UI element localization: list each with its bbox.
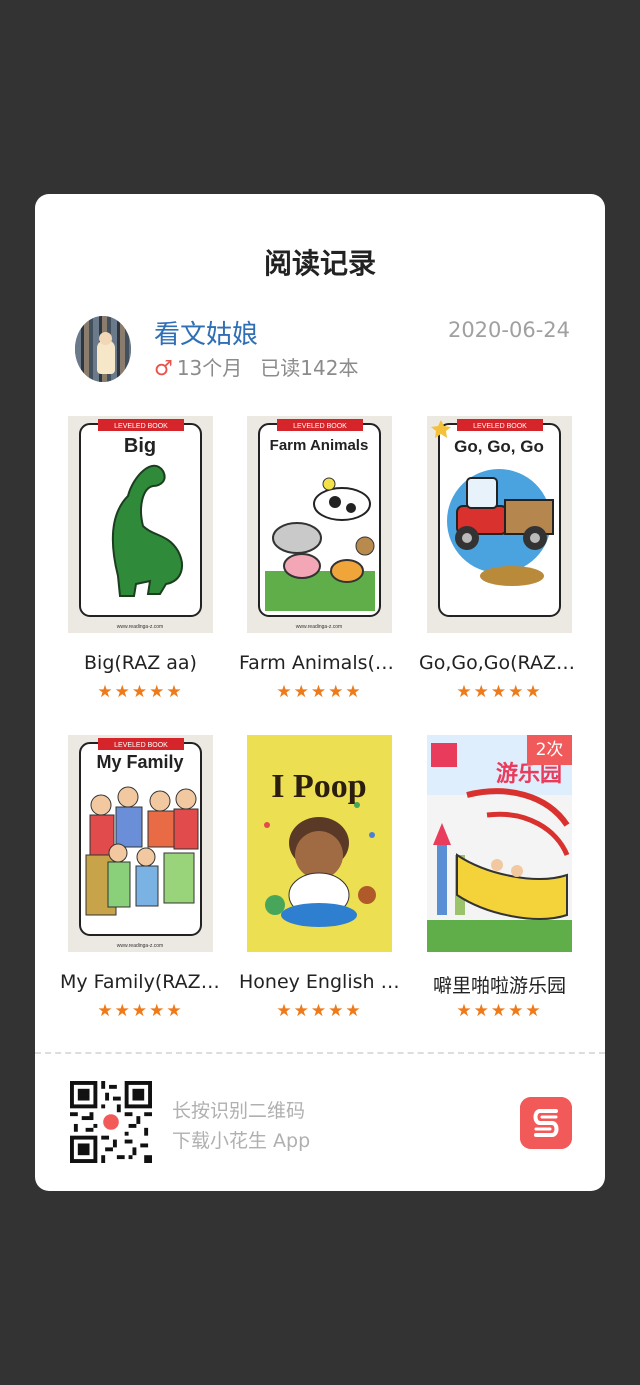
book-cover: LEVELED BOOK Big www.readinga-z.com bbox=[68, 416, 213, 633]
cover-series: LEVELED BOOK bbox=[114, 742, 168, 749]
user-meta: ♂ 13个月 已读142本 bbox=[154, 352, 358, 381]
rating-stars: ★★★★★ bbox=[276, 682, 363, 702]
book-title: Honey English I Poop bbox=[239, 971, 400, 993]
cover-series: LEVELED BOOK bbox=[473, 423, 527, 430]
username[interactable]: 看文姑娘 bbox=[154, 314, 258, 351]
cover-series: LEVELED BOOK bbox=[114, 423, 168, 430]
avatar-figure bbox=[97, 340, 115, 374]
user-age: 13个月 bbox=[176, 356, 243, 380]
male-icon: ♂ bbox=[154, 356, 173, 380]
qr-hint-line1: 长按识别二维码 bbox=[172, 1100, 306, 1122]
qr-code[interactable] bbox=[70, 1081, 152, 1163]
rating-stars: ★★★★★ bbox=[97, 682, 184, 702]
cover-site: www.readinga-z.com bbox=[117, 624, 163, 630]
avatar[interactable] bbox=[75, 316, 131, 382]
read-times-badge: 2次 bbox=[527, 735, 572, 765]
rating-stars: ★★★★★ bbox=[97, 1001, 184, 1021]
rating-stars: ★★★★★ bbox=[456, 1001, 543, 1021]
book-cover: LEVELED BOOK My Family www.readinga-z.co… bbox=[68, 735, 213, 952]
book-title: My Family(RAZ aa) bbox=[60, 971, 221, 993]
qr-hint-line2: 下载小花生 App bbox=[172, 1130, 311, 1152]
reading-record-card: 阅读记录 看文姑娘 2020-06-24 ♂ 13个月 已读142本 LEVELED… bbox=[35, 194, 605, 1191]
book-cover: I Poop bbox=[247, 735, 392, 952]
cover-word: Big bbox=[124, 435, 156, 457]
book-cover: 游乐园 2次 bbox=[427, 735, 572, 952]
book-cover: LEVELED BOOK Farm Animals www.readinga-z… bbox=[247, 416, 392, 633]
book-title: 噼里啪啦游乐园 bbox=[432, 975, 566, 997]
cover-site: www.readinga-z.com bbox=[117, 943, 163, 949]
avatar-figure-head bbox=[99, 332, 112, 345]
card-title: 阅读记录 bbox=[263, 247, 376, 280]
book-title: Big(RAZ aa) bbox=[84, 652, 197, 674]
cover-site: www.readinga-z.com bbox=[296, 624, 342, 630]
book-cover: LEVELED BOOK Go, Go, Go bbox=[427, 416, 572, 633]
cover-word: I Poop bbox=[271, 768, 366, 805]
rating-stars: ★★★★★ bbox=[276, 1001, 363, 1021]
book-title: Go,Go,Go(RAZ aa) bbox=[419, 652, 580, 674]
book-title: Farm Animals(RAZ aa) bbox=[239, 652, 400, 674]
cover-word: Go, Go, Go bbox=[454, 437, 544, 456]
app-logo-icon bbox=[520, 1097, 572, 1149]
dashed-divider bbox=[35, 1052, 605, 1054]
read-count: 已读142本 bbox=[260, 356, 359, 380]
cover-series: LEVELED BOOK bbox=[293, 423, 347, 430]
cover-word: My Family bbox=[96, 752, 183, 772]
cover-word: Farm Animals bbox=[270, 437, 369, 454]
rating-stars: ★★★★★ bbox=[456, 682, 543, 702]
record-date: 2020-06-24 bbox=[447, 318, 570, 342]
